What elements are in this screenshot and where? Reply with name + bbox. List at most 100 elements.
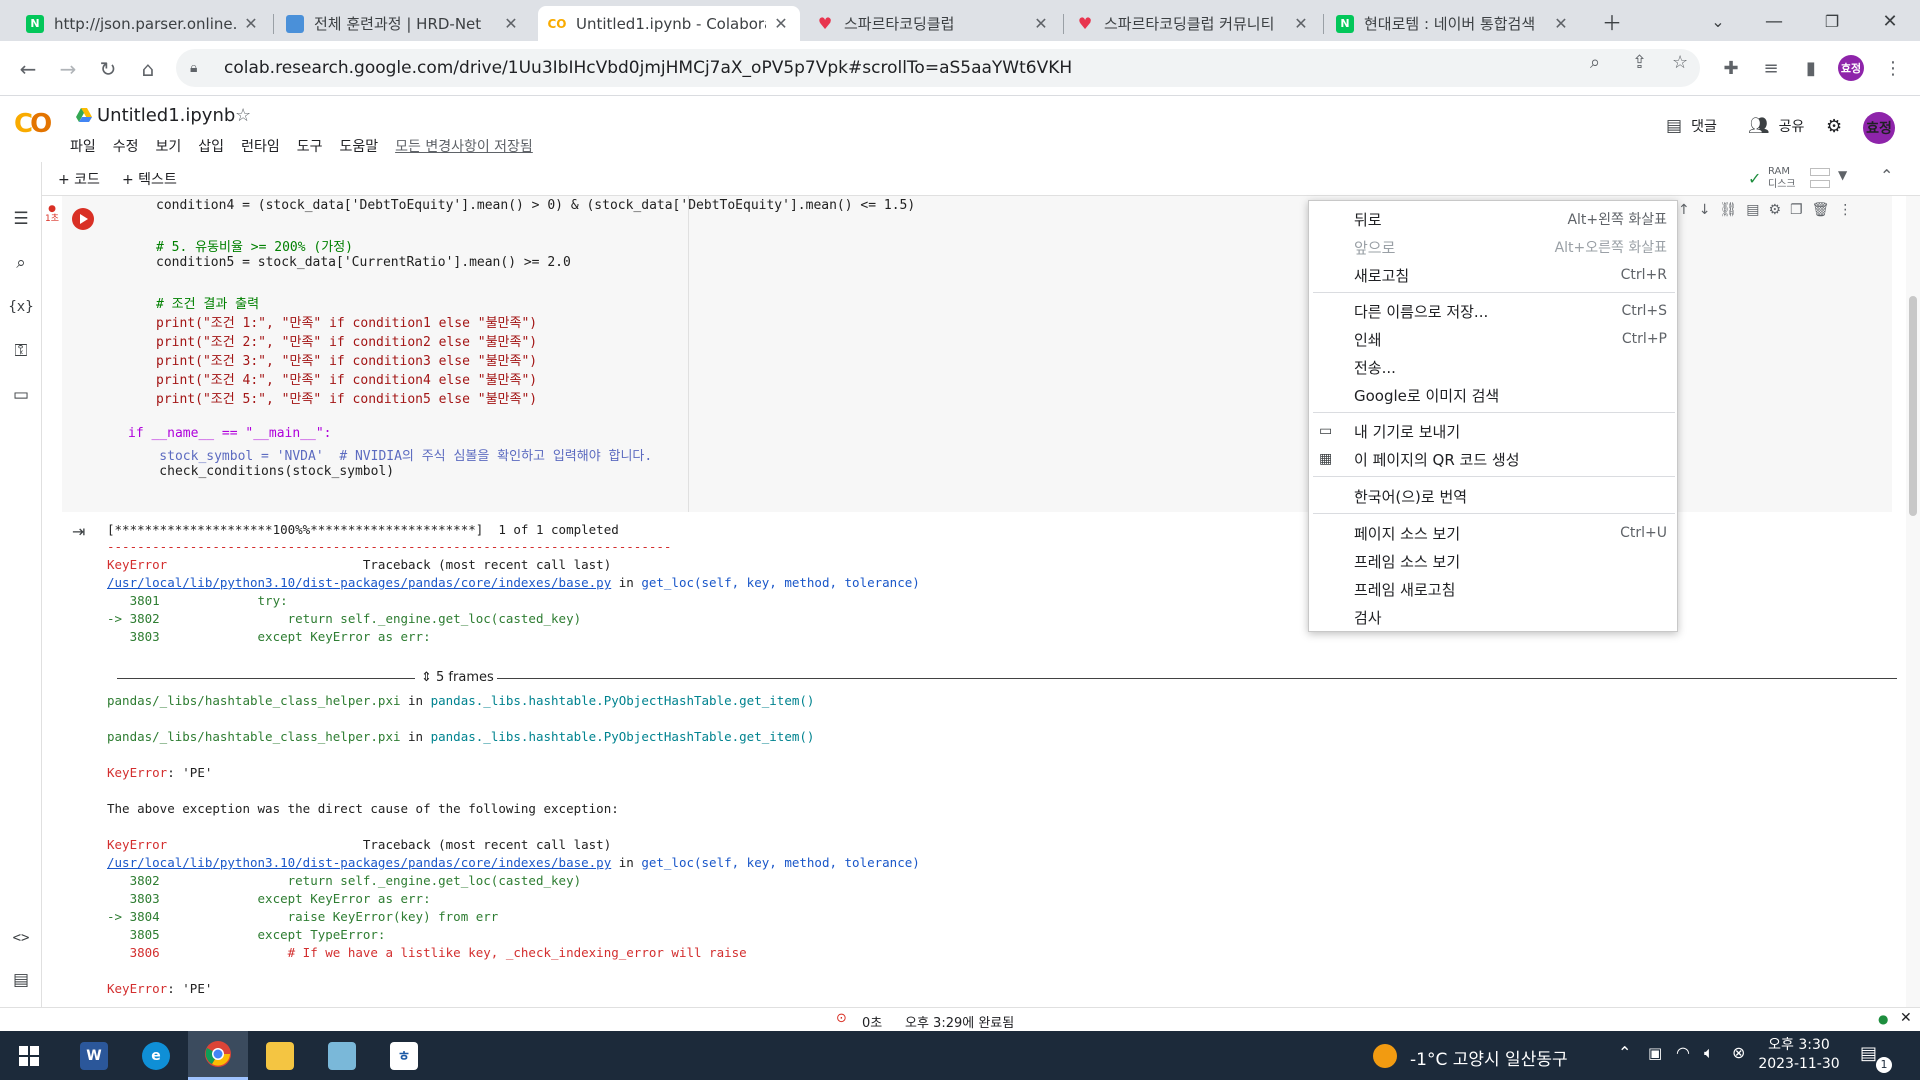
ctx-inspect[interactable]: 검사 (1309, 603, 1679, 631)
ctx-save-as[interactable]: 다른 이름으로 저장... Ctrl+S (1309, 297, 1679, 325)
notification-center-icon[interactable]: ▤ (1860, 1043, 1877, 1064)
star-icon[interactable]: ☆ (235, 105, 251, 126)
menu-runtime[interactable]: 런타임 (241, 136, 280, 156)
back-arrow-icon[interactable]: ← (12, 53, 44, 85)
browser-tab-sparta[interactable]: ♥ 스파르타코딩클럽 ✕ (806, 6, 1060, 41)
delete-trash-icon[interactable]: 🗑︎ (1812, 202, 1830, 218)
home-icon[interactable]: ⌂ (132, 53, 164, 85)
status-elapsed[interactable]: 0초 (862, 1012, 882, 1031)
browser-tab-hrdnet[interactable]: 전체 훈련과정 | HRD-Net ✕ (276, 6, 530, 41)
volume-icon[interactable]: 🔈︎ (1704, 1043, 1714, 1063)
browser-tab-json-parser[interactable]: N http://json.parser.online.fr ✕ (16, 6, 270, 41)
collapse-header-chevron-icon[interactable]: ⌃ (1880, 166, 1893, 185)
colab-user-avatar[interactable]: 효정 (1863, 112, 1895, 144)
tray-device-icon[interactable]: ▣ (1648, 1044, 1662, 1062)
ctx-forward[interactable]: 앞으로 Alt+오른쪽 화살표 (1309, 233, 1679, 261)
ctx-frame-reload[interactable]: 프레임 새로고침 (1309, 575, 1679, 603)
ctx-cast[interactable]: 전송... (1309, 353, 1679, 381)
secrets-key-icon[interactable]: ⚿ (8, 338, 34, 364)
traceback-file-link[interactable]: /usr/local/lib/python3.10/dist-packages/… (107, 855, 611, 870)
windows-start-icon[interactable] (0, 1031, 58, 1080)
browser-tab-naver-search[interactable]: N 현대로템 : 네이버 통합검색 ✕ (1326, 6, 1580, 41)
comment-button[interactable]: ▤ 댓글 (1666, 116, 1717, 136)
close-tab-icon[interactable]: ✕ (1292, 14, 1310, 33)
search-icon[interactable]: ⌕ (8, 250, 34, 276)
code-snippets-icon[interactable]: <> (8, 925, 34, 951)
share-button[interactable]: 👥︎ 공유 (1748, 116, 1804, 136)
ctx-frame-source[interactable]: 프레임 소스 보기 (1309, 547, 1679, 575)
ctx-view-source[interactable]: 페이지 소스 보기 Ctrl+U (1309, 519, 1679, 547)
mirror-cell-icon[interactable]: ❐ (1790, 202, 1803, 218)
chrome-menu-kebab-icon[interactable]: ⋮ (1878, 53, 1908, 83)
menu-help[interactable]: 도움말 (339, 136, 378, 156)
share-icon[interactable]: ⇪ (1632, 52, 1647, 73)
extensions-puzzle-icon[interactable]: ✚ (1716, 53, 1746, 83)
move-up-arrow-icon[interactable]: ↑ (1678, 202, 1690, 218)
terminal-icon[interactable]: ▤ (8, 967, 34, 993)
menu-file[interactable]: 파일 (70, 136, 96, 156)
ctx-google-image-search[interactable]: Google로 이미지 검색 (1309, 381, 1679, 409)
address-bar[interactable]: 🔒︎ colab.research.google.com/drive/1Uu3I… (176, 49, 1700, 87)
notebook-scrollbar[interactable] (1906, 196, 1920, 1007)
files-folder-icon[interactable]: ▭ (8, 382, 34, 408)
collapsed-frames-row[interactable]: ⇕ 5 frames (117, 669, 1897, 689)
scrollbar-thumb[interactable] (1909, 296, 1917, 516)
settings-gear-icon[interactable]: ⚙ (1826, 116, 1842, 137)
ime-status-icon[interactable]: ⊗ (1732, 1043, 1745, 1062)
menu-view[interactable]: 보기 (156, 136, 182, 156)
zoom-magnifier-icon[interactable]: ⌕ (1590, 52, 1600, 73)
reading-list-icon[interactable]: ≡ (1756, 53, 1786, 83)
tab-search-chevron-icon[interactable]: ⌄ (1696, 4, 1740, 38)
move-down-arrow-icon[interactable]: ↓ (1699, 202, 1711, 218)
profile-avatar[interactable]: 효정 (1838, 55, 1864, 81)
taskbar-app[interactable] (312, 1031, 372, 1080)
add-code-button[interactable]: + 코드 (58, 169, 100, 189)
taskbar-chrome[interactable] (188, 1031, 248, 1080)
tray-chevron-icon[interactable]: ⌃ (1618, 1043, 1631, 1062)
taskbar-word[interactable]: W (64, 1031, 124, 1080)
notebook-title[interactable]: Untitled1.ipynb (97, 105, 235, 126)
output-toggle-icon[interactable]: ⇥ (72, 522, 94, 542)
reload-icon[interactable]: ↻ (92, 53, 124, 85)
run-cell-button[interactable] (72, 208, 94, 230)
table-of-contents-icon[interactable]: ☰ (8, 206, 34, 232)
resource-monitor[interactable]: RAM 디스크 (1768, 165, 1796, 191)
taskbar-clock[interactable]: 오후 3:30 2023-11-30 (1756, 1036, 1842, 1074)
taskbar-file-explorer[interactable] (250, 1031, 310, 1080)
link-icon[interactable]: ⛓ (1719, 202, 1737, 218)
close-status-icon[interactable]: ✕ (1900, 1010, 1912, 1026)
close-tab-icon[interactable]: ✕ (772, 14, 790, 33)
ctx-translate[interactable]: 한국어(으)로 번역 (1309, 482, 1679, 510)
runtime-dropdown-icon[interactable]: ▼ (1838, 168, 1847, 182)
side-panel-icon[interactable]: ▮ (1796, 53, 1826, 83)
taskbar-korean-ime-app[interactable]: ㅎ (374, 1031, 434, 1080)
close-tab-icon[interactable]: ✕ (502, 14, 520, 33)
menu-tools[interactable]: 도구 (297, 136, 323, 156)
forward-arrow-icon[interactable]: → (52, 53, 84, 85)
taskbar-edge[interactable]: e (126, 1031, 186, 1080)
restore-icon[interactable]: ❐ (1810, 4, 1854, 38)
wifi-icon[interactable]: ◠ (1676, 1043, 1690, 1062)
close-window-icon[interactable]: ✕ (1868, 4, 1912, 38)
close-tab-icon[interactable]: ✕ (242, 14, 260, 33)
cell-settings-gear-icon[interactable]: ⚙ (1768, 202, 1781, 218)
add-text-button[interactable]: + 텍스트 (122, 169, 177, 189)
menu-edit[interactable]: 수정 (113, 136, 139, 156)
browser-tab-colab[interactable]: CO Untitled1.ipynb - Colabora ✕ (538, 6, 800, 41)
menu-insert[interactable]: 삽입 (198, 136, 224, 156)
minimize-icon[interactable]: — (1752, 4, 1796, 38)
ctx-qr-code[interactable]: ▦ 이 페이지의 QR 코드 생성 (1309, 445, 1679, 473)
variables-icon[interactable]: {x} (8, 294, 34, 320)
more-kebab-icon[interactable]: ⋮ (1838, 202, 1852, 218)
close-tab-icon[interactable]: ✕ (1552, 14, 1570, 33)
bookmark-star-icon[interactable]: ☆ (1672, 52, 1688, 73)
close-tab-icon[interactable]: ✕ (1032, 14, 1050, 33)
ctx-back[interactable]: 뒤로 Alt+왼쪽 화살표 (1309, 205, 1679, 233)
colab-logo[interactable]: CO (14, 109, 52, 139)
comment-icon[interactable]: ▤ (1746, 202, 1759, 218)
ctx-reload[interactable]: 새로고침 Ctrl+R (1309, 261, 1679, 289)
weather-text[interactable]: -1°C 고양시 일산동구 (1410, 1045, 1568, 1070)
ctx-send-to-device[interactable]: ▭ 내 기기로 보내기 (1309, 417, 1679, 445)
site-info-lock-icon[interactable]: 🔒︎ (190, 60, 210, 76)
frames-toggle[interactable]: ⇕ 5 frames (415, 670, 500, 685)
